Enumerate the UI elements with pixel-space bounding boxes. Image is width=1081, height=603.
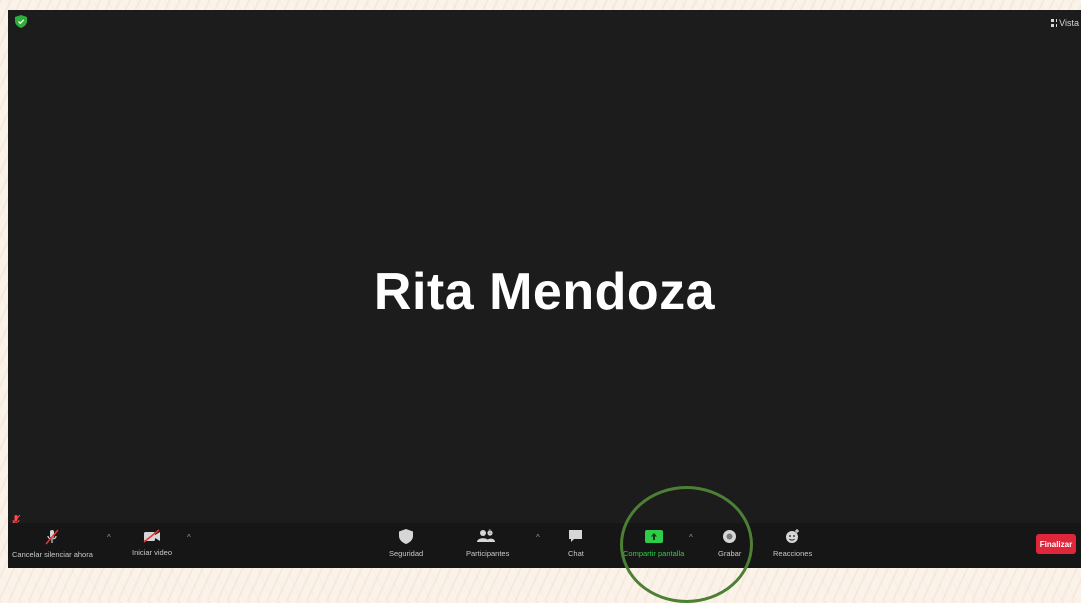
- microphone-muted-icon: [45, 529, 60, 545]
- share-screen-label: Compartir pantalla: [623, 549, 685, 558]
- participants-count: 1: [488, 529, 492, 536]
- participants-options-chevron-icon[interactable]: ^: [536, 533, 540, 542]
- video-options-chevron-icon[interactable]: ^: [187, 533, 191, 542]
- security-label: Seguridad: [389, 549, 424, 558]
- meeting-window: Vista Rita Mendoza Cancelar silenciar ah…: [8, 10, 1081, 568]
- participant-name: Rita Mendoza: [373, 263, 716, 321]
- view-button-label: Vista: [1059, 18, 1079, 28]
- grid-view-icon: [1051, 19, 1057, 27]
- share-screen-icon: [644, 530, 663, 543]
- reactions-label: Reacciones: [773, 549, 813, 558]
- end-meeting-button[interactable]: Finalizar: [1036, 534, 1076, 554]
- reactions-icon: [785, 529, 799, 543]
- record-button[interactable]: Grabar: [718, 529, 741, 558]
- record-icon: [723, 530, 737, 543]
- unmute-label: Cancelar silenciar ahora: [12, 550, 93, 559]
- record-label: Grabar: [718, 549, 742, 558]
- start-video-button[interactable]: Iniciar video: [132, 529, 172, 557]
- chat-label: Chat: [568, 549, 584, 558]
- unmute-button[interactable]: Cancelar silenciar ahora: [12, 529, 93, 559]
- start-video-label: Iniciar video: [132, 548, 173, 557]
- participants-label: Participantes: [466, 549, 510, 558]
- chat-icon: [569, 530, 583, 542]
- meeting-toolbar: Cancelar silenciar ahora ^ Iniciar video…: [8, 523, 1081, 568]
- audio-options-chevron-icon[interactable]: ^: [107, 533, 111, 542]
- shield-icon: [399, 529, 414, 544]
- share-screen-button[interactable]: Compartir pantalla: [623, 529, 684, 558]
- encryption-shield-icon[interactable]: [15, 15, 27, 28]
- reactions-button[interactable]: Reacciones: [773, 529, 812, 558]
- security-button[interactable]: Seguridad: [389, 529, 423, 558]
- share-options-chevron-icon[interactable]: ^: [689, 533, 693, 542]
- video-off-icon: [143, 529, 161, 543]
- chat-button[interactable]: Chat: [568, 529, 584, 558]
- view-button[interactable]: Vista: [1051, 16, 1079, 30]
